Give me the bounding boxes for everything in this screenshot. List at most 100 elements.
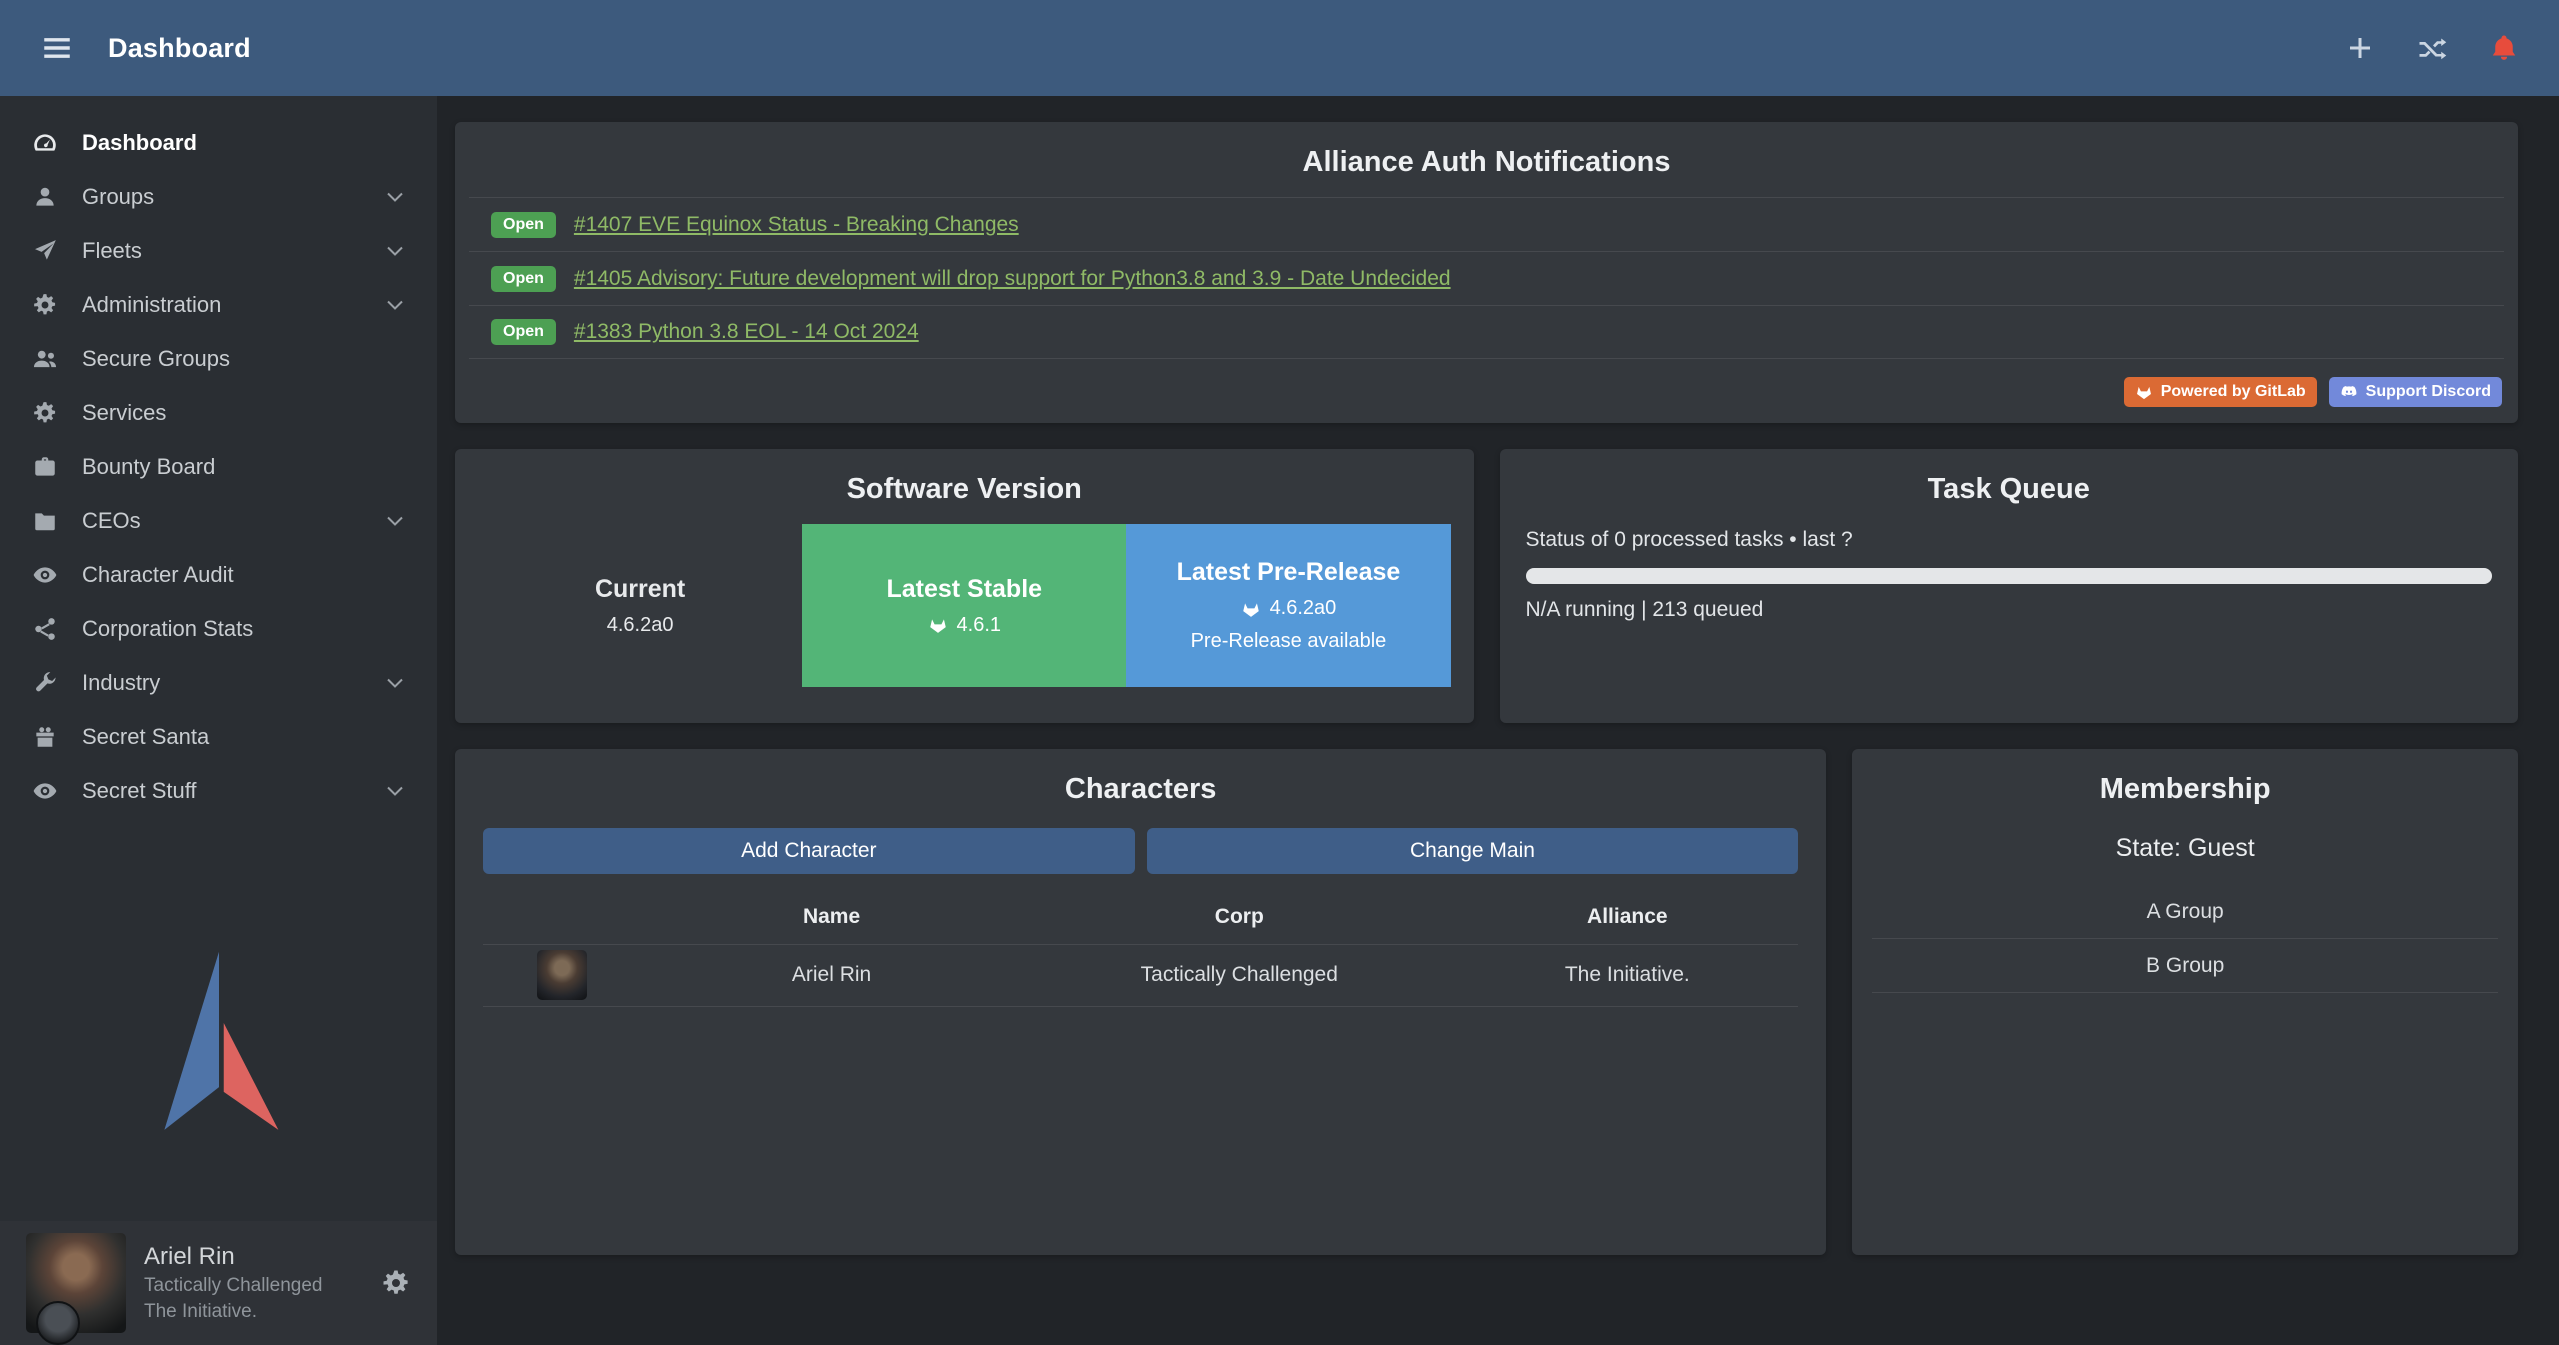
membership-state: State: Guest [1872,834,2498,863]
gitlab-icon [1241,599,1261,619]
sidebar-item-label: Secure Groups [82,346,230,372]
version-prerelease: Latest Pre-Release 4.6.2a0 Pre-Release a… [1126,524,1450,687]
software-version-title: Software Version [455,449,1474,524]
sidebar-item-bounty-board[interactable]: Bounty Board [0,440,437,494]
version-stable: Latest Stable 4.6.1 [802,524,1126,687]
chevron-down-icon [383,239,407,263]
notifications-list: Open #1407 EVE Equinox Status - Breaking… [469,197,2504,359]
status-badge: Open [491,266,556,292]
version-label: Latest Stable [886,575,1042,604]
status-badge: Open [491,319,556,345]
sidebar-item-ceos[interactable]: CEOs [0,494,437,548]
menu-icon [40,31,74,65]
add-button[interactable] [2345,33,2375,63]
page-title: Dashboard [108,33,251,64]
sidebar-item-label: Character Audit [82,562,234,588]
sidebar-item-services[interactable]: Services [0,386,437,440]
eye-icon [30,778,60,804]
notification-link[interactable]: #1383 Python 3.8 EOL - 14 Oct 2024 [574,320,919,344]
sidebar-item-dashboard[interactable]: Dashboard [0,116,437,170]
notification-link[interactable]: #1405 Advisory: Future development will … [574,267,1451,291]
sidebar-item-secret-santa[interactable]: Secret Santa [0,710,437,764]
sidebar-item-industry[interactable]: Industry [0,656,437,710]
chevron-down-icon [383,671,407,695]
column-header-alliance: Alliance [1456,890,1798,944]
shuffle-icon [2417,33,2447,63]
task-queue-body: Status of 0 processed tasks • last ? N/A… [1500,524,2519,622]
list-item: A Group [1872,885,2498,939]
characters-table-header: Name Corp Alliance [483,890,1798,944]
wrench-icon [30,670,60,696]
sidebar-item-label: Dashboard [82,130,197,156]
version-label: Current [595,575,685,604]
notifications-bell-button[interactable] [2489,33,2519,63]
user-icon [30,184,60,210]
powered-by-gitlab-badge[interactable]: Powered by GitLab [2124,377,2317,407]
task-queue-counts: N/A running | 213 queued [1526,598,2493,622]
fleet-icon [30,238,60,264]
characters-panel: Characters Add Character Change Main N [455,749,1826,1255]
character-name: Ariel Rin [641,944,1022,1006]
sidebar-item-secure-groups[interactable]: Secure Groups [0,332,437,386]
share-nodes-icon [30,616,60,642]
character-alliance: The Initiative. [1456,944,1798,1006]
notification-row: Open #1383 Python 3.8 EOL - 14 Oct 2024 [469,305,2504,359]
sidebar-item-label: Corporation Stats [82,616,253,642]
support-discord-badge[interactable]: Support Discord [2329,377,2502,407]
gear-icon [381,1268,411,1298]
membership-title: Membership [1852,749,2518,824]
user-settings-button[interactable] [381,1268,411,1298]
character-portrait [537,950,587,1000]
sidebar-user-panel: Ariel Rin Tactically Challenged The Init… [0,1221,437,1345]
gift-icon [30,724,60,750]
task-queue-title: Task Queue [1500,449,2519,524]
badge-label: Support Discord [2366,383,2491,401]
character-corp: Tactically Challenged [1022,944,1456,1006]
sidebar-item-label: CEOs [82,508,141,534]
user-group-icon [30,346,60,372]
user-corp: Tactically Challenged [144,1275,323,1297]
change-main-button[interactable]: Change Main [1147,828,1799,874]
sidebar: Dashboard Groups Fleets Administration [0,96,437,1345]
sidebar-item-character-audit[interactable]: Character Audit [0,548,437,602]
plus-icon [2345,33,2375,63]
notifications-footer: Powered by GitLab Support Discord [455,359,2518,423]
version-value: 4.6.2a0 [1270,597,1337,620]
notification-row: Open #1405 Advisory: Future development … [469,251,2504,305]
app-window: Dashboard Dashboard Groups [0,0,2559,1345]
gears-icon [30,292,60,318]
sidebar-item-administration[interactable]: Administration [0,278,437,332]
gitlab-icon [928,615,948,635]
column-header-name: Name [641,890,1022,944]
badge-label: Powered by GitLab [2161,383,2306,401]
sidebar-item-secret-stuff[interactable]: Secret Stuff [0,764,437,818]
characters-body: Add Character Change Main Name Corp Alli [455,824,1826,1027]
version-note: Pre-Release available [1191,630,1387,653]
sidebar-item-fleets[interactable]: Fleets [0,224,437,278]
sidebar-item-groups[interactable]: Groups [0,170,437,224]
portrait-column-header [483,890,641,944]
corp-logo [36,1301,80,1345]
sidebar-item-corporation-stats[interactable]: Corporation Stats [0,602,437,656]
top-navbar: Dashboard [0,0,2559,96]
notifications-title: Alliance Auth Notifications [455,122,2518,197]
version-boxes: Current 4.6.2a0 Latest Stable 4.6.1 Late… [478,524,1451,687]
sidebar-item-label: Administration [82,292,221,318]
chevron-down-icon [383,779,407,803]
sidebar-item-label: Groups [82,184,154,210]
version-label: Latest Pre-Release [1177,558,1401,587]
sidebar-toggle-button[interactable] [40,31,74,65]
task-queue-status: Status of 0 processed tasks • last ? [1526,528,2493,552]
sidebar-item-label: Industry [82,670,160,696]
characters-row: Characters Add Character Change Main N [455,749,2518,1255]
status-badge: Open [491,212,556,238]
notification-link[interactable]: #1407 EVE Equinox Status - Breaking Chan… [574,213,1019,237]
random-character-button[interactable] [2417,33,2447,63]
add-character-button[interactable]: Add Character [483,828,1135,874]
chevron-down-icon [383,185,407,209]
characters-table: Name Corp Alliance Ariel Rin Tactically … [483,890,1798,1007]
cogs-icon [30,400,60,426]
user-meta: Ariel Rin Tactically Challenged The Init… [144,1243,323,1323]
membership-panel: Membership State: Guest A Group B Group [1852,749,2518,1255]
table-row: Ariel Rin Tactically Challenged The Init… [483,944,1798,1006]
